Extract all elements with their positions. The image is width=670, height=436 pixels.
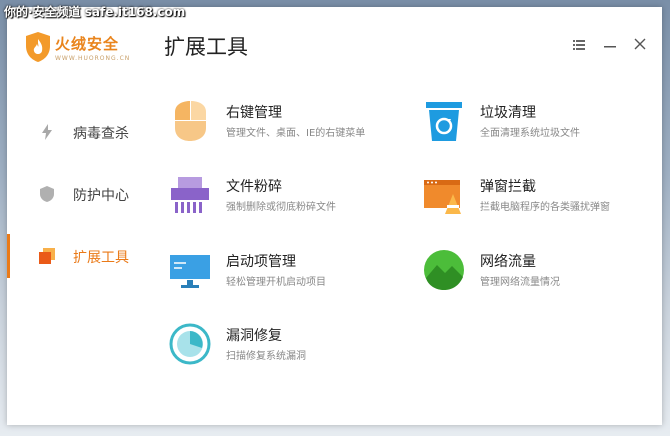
- minimize-button[interactable]: [601, 37, 619, 55]
- tool-name: 漏洞修复: [226, 328, 282, 344]
- tool-description: 全面清理系统垃圾文件: [480, 128, 580, 139]
- sidebar-item-label: 防护中心: [73, 188, 129, 204]
- tool-vulnerability-fix[interactable]: 漏洞修复 扫描修复系统漏洞: [169, 323, 389, 373]
- shield-icon: [40, 186, 54, 202]
- app-logo: 火绒安全 WWW.HUORONG.CN: [25, 31, 155, 69]
- tool-junk-cleanup[interactable]: 垃圾清理 全面清理系统垃圾文件: [423, 100, 643, 150]
- logo-subtext: WWW.HUORONG.CN: [55, 55, 131, 62]
- page-title: 扩展工具: [164, 35, 248, 59]
- tools-icon: [39, 248, 55, 264]
- tool-description: 扫描修复系统漏洞: [226, 351, 306, 362]
- close-button[interactable]: [631, 37, 649, 55]
- menu-button[interactable]: [570, 37, 588, 55]
- tool-file-shredder[interactable]: 文件粉碎 强制删除或彻底粉碎文件: [169, 174, 389, 224]
- tool-context-menu[interactable]: 右键管理 管理文件、桌面、IE的右键菜单: [169, 100, 389, 150]
- logo-shield-icon: [26, 32, 50, 62]
- tool-name: 弹窗拦截: [480, 179, 536, 195]
- logo-text: 火绒安全: [55, 35, 120, 53]
- tool-name: 网络流量: [480, 254, 536, 270]
- sidebar-item-virus-scan[interactable]: 病毒查杀: [7, 110, 147, 154]
- sidebar-item-tools[interactable]: 扩展工具: [7, 234, 147, 278]
- tool-name: 垃圾清理: [480, 105, 536, 121]
- tool-description: 拦截电脑程序的各类骚扰弹窗: [480, 202, 610, 213]
- context-menu-icon: [175, 101, 206, 141]
- lightning-icon: [42, 124, 52, 140]
- minimize-icon: [604, 46, 616, 48]
- trash-icon: [426, 102, 462, 141]
- tool-description: 强制删除或彻底粉碎文件: [226, 202, 336, 213]
- tool-description: 轻松管理开机启动项目: [226, 277, 326, 288]
- tool-name: 启动项管理: [226, 254, 296, 270]
- popup-block-icon: [424, 180, 461, 214]
- tool-startup-manager[interactable]: 启动项管理 轻松管理开机启动项目: [169, 249, 389, 299]
- shredder-icon: [171, 177, 209, 213]
- tool-popup-block[interactable]: 弹窗拦截 拦截电脑程序的各类骚扰弹窗: [423, 174, 643, 224]
- close-icon: [634, 38, 646, 50]
- tool-name: 右键管理: [226, 105, 282, 121]
- startup-monitor-icon: [170, 255, 210, 288]
- network-traffic-icon: [424, 250, 464, 290]
- tool-description: 管理文件、桌面、IE的右键菜单: [226, 128, 366, 139]
- sidebar-item-label: 病毒查杀: [73, 126, 129, 142]
- sidebar-item-protection[interactable]: 防护中心: [7, 172, 147, 216]
- vulnerability-fix-icon: [169, 323, 211, 365]
- tool-name: 文件粉碎: [226, 179, 282, 195]
- sidebar-item-label: 扩展工具: [73, 250, 129, 266]
- app-window: 火绒安全 WWW.HUORONG.CN 扩展工具 病毒查杀 防护中心 扩展工具 …: [7, 7, 662, 425]
- menu-icon: [573, 40, 585, 50]
- tool-description: 管理网络流量情况: [480, 277, 560, 288]
- watermark-text: 你的·安全频道 safe.it168.com: [4, 5, 186, 19]
- tool-network-traffic[interactable]: 网络流量 管理网络流量情况: [423, 249, 643, 299]
